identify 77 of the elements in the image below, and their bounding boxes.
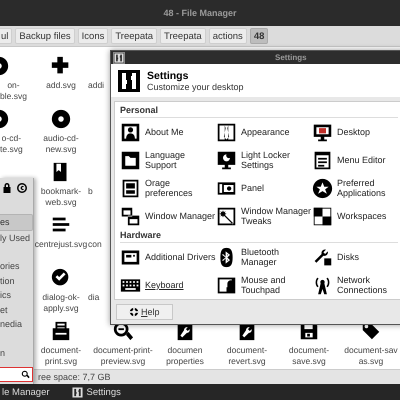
moon-monitor-icon [216, 150, 237, 170]
taskbar-button[interactable]: Settings [70, 384, 123, 400]
path-button[interactable]: 48 [250, 28, 268, 44]
path-button[interactable]: Icons [78, 28, 108, 44]
settings-item[interactable]: Additional Drivers [145, 252, 216, 262]
path-button[interactable]: ul [0, 28, 12, 44]
file-label[interactable]: dialog-ok- apply.svg [42, 292, 80, 314]
list-icon [312, 150, 333, 170]
settings-item[interactable]: Appearance [241, 127, 290, 137]
settings-item[interactable]: Disks [337, 252, 359, 262]
sliders-icon [72, 386, 83, 398]
file-label[interactable]: document- save.svg [288, 345, 330, 367]
menu-category[interactable]: et [0, 302, 33, 317]
file-label[interactable]: document-print- preview.svg [93, 345, 153, 367]
settings-item[interactable]: About Me [145, 127, 184, 137]
window-title: 48 - File Manager [163, 8, 237, 18]
menu-category[interactable]: n [0, 346, 33, 360]
settings-item[interactable]: Mouse and Touchpad [241, 275, 312, 295]
printer-icon [50, 320, 72, 342]
section-heading: Personal [120, 105, 398, 118]
folder-icon [120, 150, 141, 170]
file-label[interactable]: audio-cd- new.svg [43, 133, 79, 155]
settings-item[interactable]: Light Locker Settings [241, 150, 312, 170]
settings-item[interactable]: Bluetooth Manager [241, 247, 312, 267]
search-field[interactable] [0, 367, 33, 382]
file-label[interactable]: document-sav as.svg [344, 345, 398, 367]
help-button[interactable]: Help [116, 304, 173, 320]
star-icon [312, 178, 333, 198]
path-button[interactable]: actions [208, 28, 247, 44]
header-subtitle: Customize your desktop [147, 82, 244, 92]
path-button[interactable]: Backup files [15, 28, 75, 44]
wand-icon [216, 206, 237, 226]
copyright-icon [16, 182, 28, 194]
path-button[interactable]: Treepata [160, 28, 206, 44]
file-label[interactable]: dia [88, 292, 100, 303]
path-button[interactable]: Treepata [111, 28, 158, 44]
file-label[interactable]: con [88, 239, 102, 250]
file-label[interactable]: addi [88, 80, 104, 91]
settings-item[interactable]: Panel [241, 183, 264, 193]
status-text: ree space: 7,7 GB [38, 372, 111, 382]
settings-item[interactable]: Language Support [145, 150, 216, 170]
settings-item[interactable]: Window Manager Tweaks [241, 206, 312, 226]
search-icon [21, 370, 30, 379]
settings-item[interactable]: Network Connections [337, 275, 400, 295]
header-title: Settings [147, 70, 190, 82]
menu-category[interactable]: ories [0, 259, 33, 274]
settings-item[interactable]: Desktop [337, 127, 370, 137]
monitor-icon [312, 122, 333, 142]
dialog-title: Settings [275, 53, 307, 62]
file-label[interactable]: add.svg [46, 80, 76, 91]
menu-category[interactable]: es [0, 214, 33, 230]
section-heading: Hardware [120, 230, 398, 243]
person-icon [120, 122, 141, 142]
lock-icon [1, 182, 13, 194]
settings-item[interactable]: Menu Editor [337, 155, 386, 165]
file-label[interactable]: o-cd- te.svg [0, 133, 23, 155]
file-label[interactable]: on- ble.svg [0, 80, 27, 102]
settings-item[interactable]: Workspaces [337, 211, 386, 221]
settings-item[interactable]: Preferred Applications [337, 178, 400, 198]
settings-item[interactable]: Orage preferences [145, 178, 216, 198]
settings-item[interactable]: Window Manager [145, 211, 216, 221]
settings-item[interactable]: Keyboard [145, 280, 184, 290]
sliders-icon [117, 68, 141, 92]
menu-category[interactable]: nedia [0, 317, 33, 332]
menu-category[interactable]: ly Used [0, 230, 33, 245]
file-label[interactable]: document- revert.svg [226, 345, 268, 367]
taskbar-button[interactable]: le Manager [0, 384, 52, 400]
file-label[interactable]: document- print.svg [40, 345, 82, 367]
file-label[interactable]: centrejust.svg [34, 239, 88, 250]
checker-icon [312, 206, 333, 226]
file-label[interactable]: b [88, 186, 93, 197]
menu-category[interactable]: tion [0, 274, 33, 288]
windows-icon [120, 206, 141, 226]
lifebuoy-icon [129, 307, 139, 317]
menu-category[interactable]: ics [0, 288, 33, 302]
file-label[interactable]: documen properties [166, 345, 204, 367]
file-label[interactable]: bookmark- web.svg [40, 186, 82, 208]
